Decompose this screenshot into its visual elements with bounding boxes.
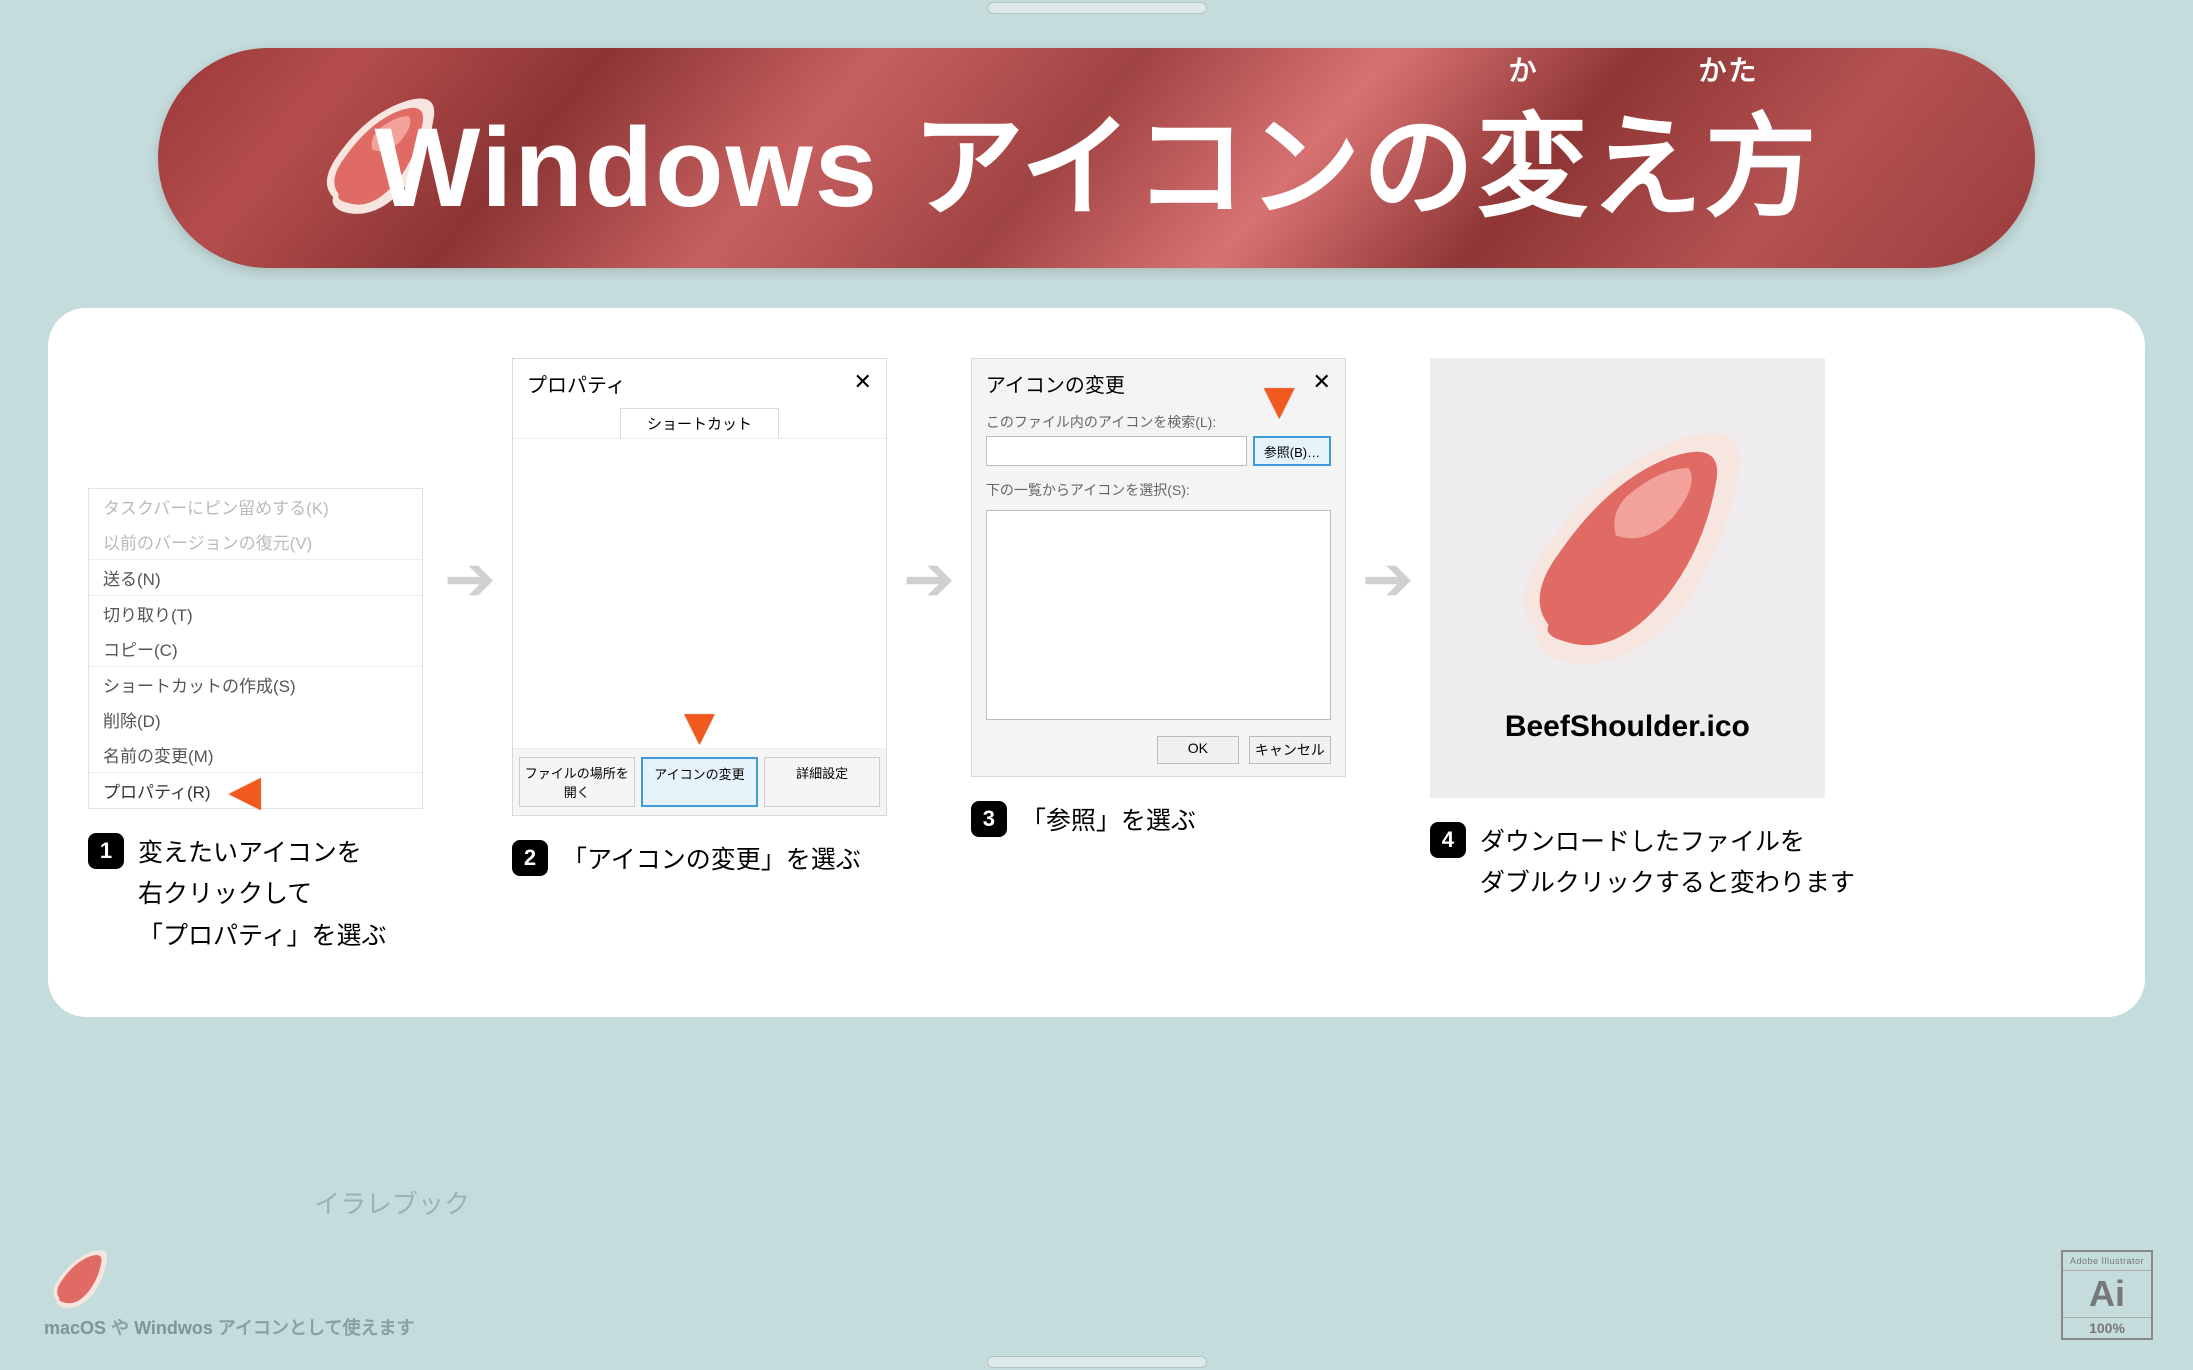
step-1-badge: 1 xyxy=(88,833,124,869)
flow-arrow-icon: ➔ xyxy=(1362,542,1414,615)
dlg3-list-label: 下の一覧からアイコンを選択(S): xyxy=(972,476,1345,504)
title-main: Windows アイコンの変え方 xyxy=(374,105,1818,230)
ruby-kata: かた xyxy=(1698,49,1758,89)
result-preview: BeefShoulder.ico xyxy=(1430,358,1825,798)
ctx-properties[interactable]: プロパティ(R) ◀ xyxy=(89,772,422,808)
context-menu: タスクバーにピン留めする(K) 以前のバージョンの復元(V) 送る(N) 切り取… xyxy=(88,488,423,809)
footer-windows: Windwos xyxy=(134,1318,213,1338)
step-4-badge: 4 xyxy=(1430,822,1466,858)
footer-brand: イラレブック xyxy=(314,1184,470,1221)
dlg3-title: アイコンの変更 xyxy=(986,369,1125,398)
ctx-properties-label: プロパティ(R) xyxy=(103,778,211,803)
close-icon[interactable]: ✕ xyxy=(1312,369,1330,398)
close-icon[interactable]: ✕ xyxy=(854,369,872,398)
ctx-cut[interactable]: 切り取り(T) xyxy=(89,595,422,631)
footer: イラレブック macOS や Windwos アイコンとして使えます xyxy=(44,1184,470,1340)
pointer-arrow-icon: ▼ xyxy=(674,714,725,740)
meat-icon xyxy=(44,1245,114,1315)
title-text: か かた Windows アイコンの変え方 xyxy=(374,77,1818,239)
ai-badge-bot: 100% xyxy=(2063,1318,2151,1338)
pointer-arrow-icon: ▼ xyxy=(1253,388,1304,414)
dlg-tab-shortcut[interactable]: ショートカット xyxy=(620,408,779,438)
ok-button[interactable]: OK xyxy=(1157,736,1239,764)
ctx-copy[interactable]: コピー(C) xyxy=(89,631,422,666)
step-3-desc: 「参照」を選ぶ xyxy=(1021,801,1196,842)
btn-change-icon[interactable]: アイコンの変更 xyxy=(641,757,759,807)
step-3-badge: 3 xyxy=(971,801,1007,837)
footer-note: macOS や Windwos アイコンとして使えます xyxy=(44,1314,470,1340)
step-2-desc: 「アイコンの変更」を選ぶ xyxy=(562,840,861,881)
steps-panel: タスクバーにピン留めする(K) 以前のバージョンの復元(V) 送る(N) 切り取… xyxy=(48,308,2145,1017)
meat-icon xyxy=(1487,412,1767,692)
step-4-desc: ダウンロードしたファイルを ダブルクリックすると変わります xyxy=(1480,822,1855,905)
ctx-delete[interactable]: 削除(D) xyxy=(89,702,422,737)
footer-macos: macOS xyxy=(44,1318,106,1338)
cancel-button[interactable]: キャンセル xyxy=(1249,736,1331,764)
btn-advanced[interactable]: 詳細設定 xyxy=(764,757,880,807)
result-filename: BeefShoulder.ico xyxy=(1505,710,1750,744)
ai-badge: Adobe Illustrator Ai 100% xyxy=(2061,1250,2153,1340)
flow-arrow-icon: ➔ xyxy=(903,542,955,615)
btn-open-location[interactable]: ファイルの場所を開く xyxy=(519,757,635,807)
ctx-pin[interactable]: タスクバーにピン留めする(K) xyxy=(89,489,422,524)
ctx-restore[interactable]: 以前のバージョンの復元(V) xyxy=(89,524,422,559)
dlg-title: プロパティ xyxy=(527,369,626,398)
icon-list[interactable] xyxy=(986,510,1331,720)
step-1-desc: 変えたいアイコンを 右クリックして 「プロパティ」を選ぶ xyxy=(138,833,387,957)
footer-suffix: アイコンとして使えます xyxy=(213,1318,415,1338)
change-icon-dialog: アイコンの変更 ✕ このファイル内のアイコンを検索(L): ▼ 参照(B)… 下… xyxy=(971,358,1346,777)
ctx-send[interactable]: 送る(N) xyxy=(89,559,422,595)
ruby-ka: か xyxy=(1508,49,1538,89)
step-2-badge: 2 xyxy=(512,840,548,876)
ai-badge-mid: Ai xyxy=(2063,1271,2151,1318)
bottom-notch xyxy=(987,1356,1207,1368)
top-notch xyxy=(987,2,1207,14)
ctx-shortcut[interactable]: ショートカットの作成(S) xyxy=(89,666,422,702)
title-banner: か かた Windows アイコンの変え方 xyxy=(158,48,2035,268)
properties-dialog: プロパティ ✕ ショートカット ▼ ファイルの場所を開く アイコンの変更 詳細設… xyxy=(512,358,887,816)
footer-mid: や xyxy=(106,1318,134,1338)
flow-arrow-icon: ➔ xyxy=(444,542,496,615)
browse-button[interactable]: 参照(B)… xyxy=(1253,436,1331,466)
icon-path-input[interactable] xyxy=(986,436,1247,466)
ai-badge-top: Adobe Illustrator xyxy=(2063,1252,2151,1271)
